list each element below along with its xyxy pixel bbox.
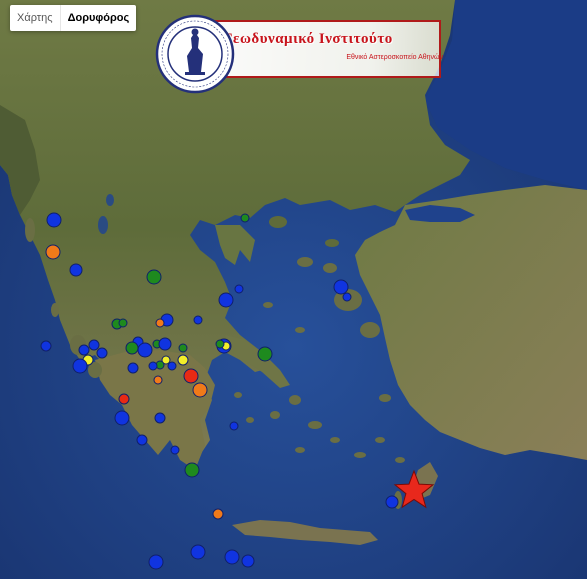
orange-earthquake-marker[interactable] [153,375,163,385]
blue-earthquake-marker[interactable] [72,358,88,374]
blue-earthquake-marker[interactable] [148,554,164,570]
orange-earthquake-marker[interactable] [212,508,224,520]
blue-earthquake-marker[interactable] [167,361,177,371]
map-type-satellite-button[interactable]: Δορυφόρος [59,5,137,31]
blue-earthquake-marker[interactable] [40,340,52,352]
blue-earthquake-marker[interactable] [69,263,83,277]
blue-earthquake-marker[interactable] [241,554,255,568]
banner-title: Γεωδυναμικό Ινστιτούτο [223,31,393,47]
blue-earthquake-marker[interactable] [88,339,100,351]
map-type-map-button[interactable]: Χάρτης [10,5,60,31]
orange-earthquake-marker[interactable] [155,318,165,328]
institute-banner: Γεωδυναμικό Ινστιτούτο Εθνικό Αστεροσκοπ… [155,14,447,94]
orange-earthquake-marker[interactable] [192,382,208,398]
blue-earthquake-marker[interactable] [78,344,90,356]
green-earthquake-marker[interactable] [240,213,250,223]
blue-earthquake-marker[interactable] [148,361,158,371]
blue-earthquake-marker[interactable] [333,279,349,295]
banner-subtitle: Εθνικό Αστεροσκοπείο Αθηνών [346,54,443,61]
red-earthquake-marker[interactable] [183,368,199,384]
green-earthquake-marker[interactable] [215,339,225,349]
green-earthquake-marker[interactable] [146,269,162,285]
thasos [269,216,287,228]
map-type-control: Χάρτης Δορυφόρος [10,5,137,31]
samothrace [325,239,339,247]
green-earthquake-marker[interactable] [178,343,188,353]
observatory-seal-logo [155,14,235,94]
green-earthquake-marker[interactable] [257,346,273,362]
blue-earthquake-marker[interactable] [46,212,62,228]
blue-earthquake-marker[interactable] [154,412,166,424]
blue-earthquake-marker[interactable] [96,347,108,359]
blue-earthquake-marker[interactable] [342,292,352,302]
orange-earthquake-marker[interactable] [45,244,61,260]
blue-earthquake-marker[interactable] [234,284,244,294]
green-earthquake-marker[interactable] [118,318,128,328]
lake [106,194,114,206]
yellow-earthquake-marker[interactable] [177,354,189,366]
green-earthquake-marker[interactable] [184,462,200,478]
blue-earthquake-marker[interactable] [193,315,203,325]
lake [98,216,108,234]
blue-earthquake-marker[interactable] [158,337,172,351]
blue-earthquake-marker[interactable] [229,421,239,431]
blue-earthquake-marker[interactable] [218,292,234,308]
blue-earthquake-marker[interactable] [190,544,206,560]
blue-earthquake-marker[interactable] [385,495,399,509]
banner-background [215,20,441,78]
blue-earthquake-marker[interactable] [136,434,148,446]
blue-earthquake-marker[interactable] [114,410,130,426]
blue-earthquake-marker[interactable] [137,342,153,358]
green-earthquake-marker[interactable] [125,341,139,355]
blue-earthquake-marker[interactable] [170,445,180,455]
red-earthquake-marker[interactable] [118,393,130,405]
blue-earthquake-marker[interactable] [224,549,240,565]
blue-earthquake-marker[interactable] [127,362,139,374]
